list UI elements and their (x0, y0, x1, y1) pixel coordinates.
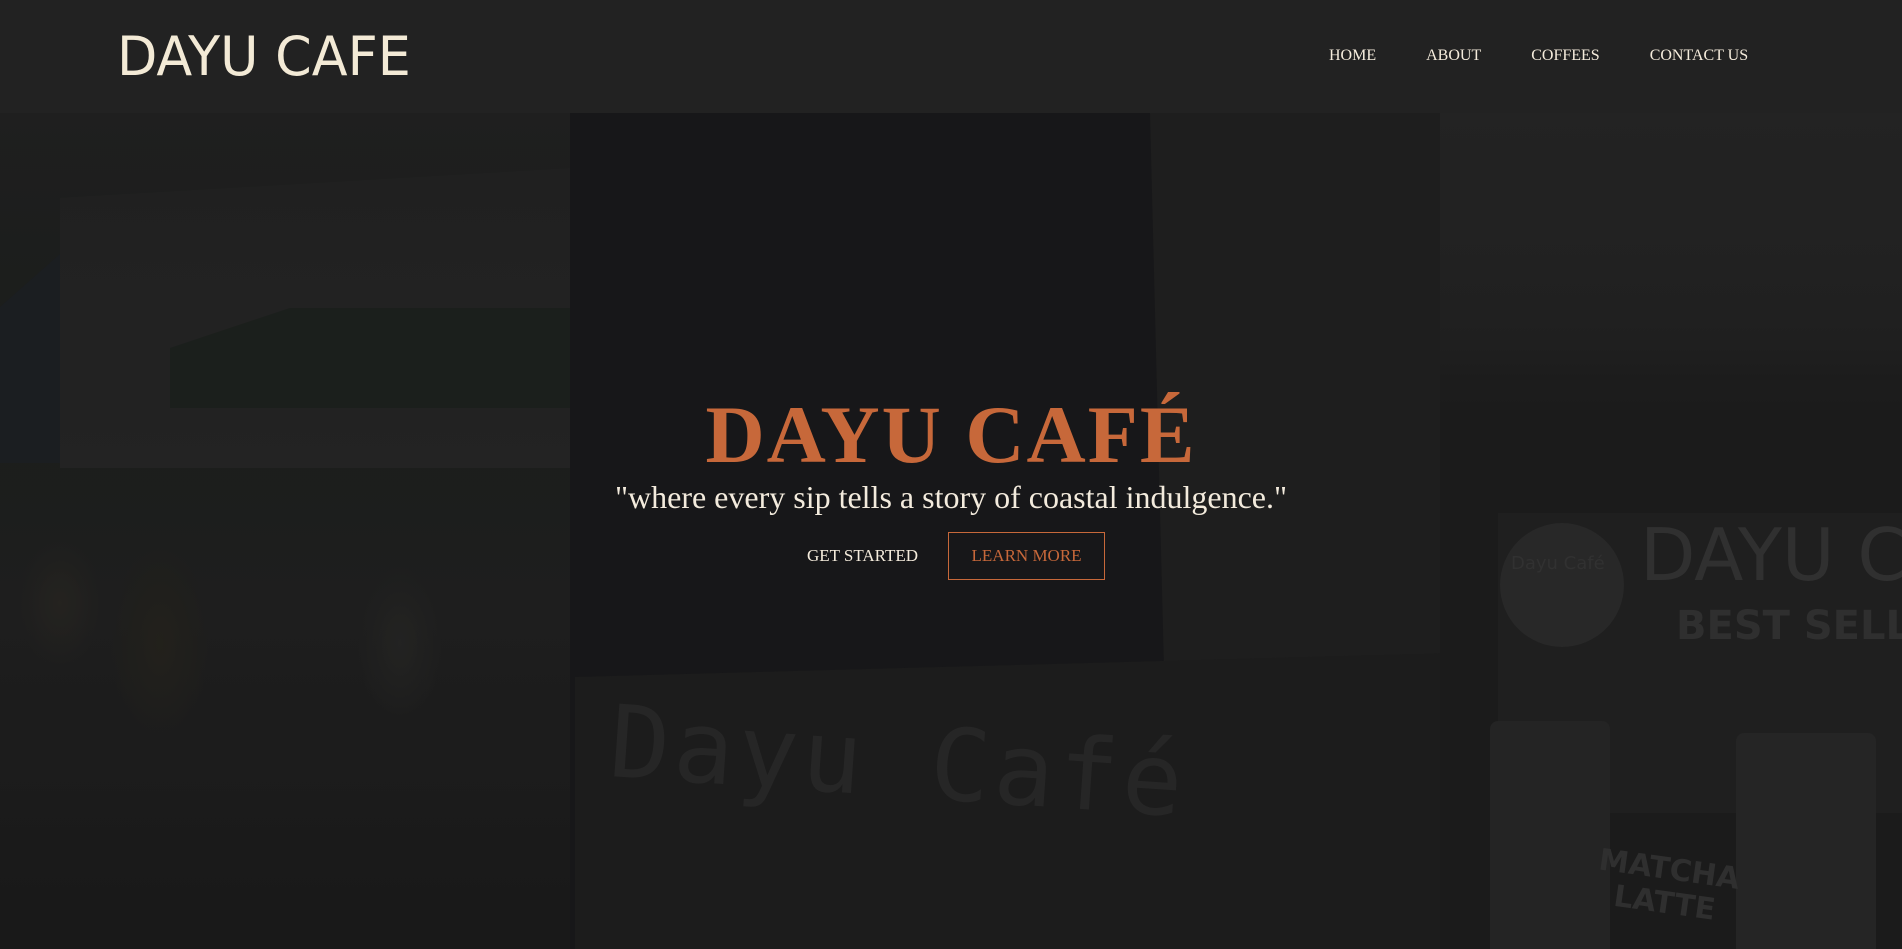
hero-content: DAYU CAFÉ "where every sip tells a story… (0, 113, 1902, 949)
hero-buttons: GET STARTED LEARN MORE (0, 532, 1902, 580)
learn-more-button[interactable]: LEARN MORE (948, 532, 1106, 580)
site-header: DAYU CAFE HOME ABOUT COFFEES CONTACT US (0, 0, 1902, 113)
site-logo[interactable]: DAYU CAFE (117, 24, 411, 90)
main-nav: HOME ABOUT COFFEES CONTACT US (1329, 46, 1748, 66)
hero-title: DAYU CAFÉ (705, 389, 1197, 480)
nav-item-home[interactable]: HOME (1329, 46, 1376, 66)
get-started-button[interactable]: GET STARTED (807, 532, 948, 580)
nav-item-coffees[interactable]: COFFEES (1531, 46, 1599, 66)
hero-section: Dayu Café DAYU CA BEST SELLE Dayu Café M… (0, 113, 1902, 949)
hero-tagline: "where every sip tells a story of coasta… (614, 479, 1288, 515)
nav-item-contact-us[interactable]: CONTACT US (1650, 46, 1748, 66)
nav-item-about[interactable]: ABOUT (1426, 46, 1481, 66)
